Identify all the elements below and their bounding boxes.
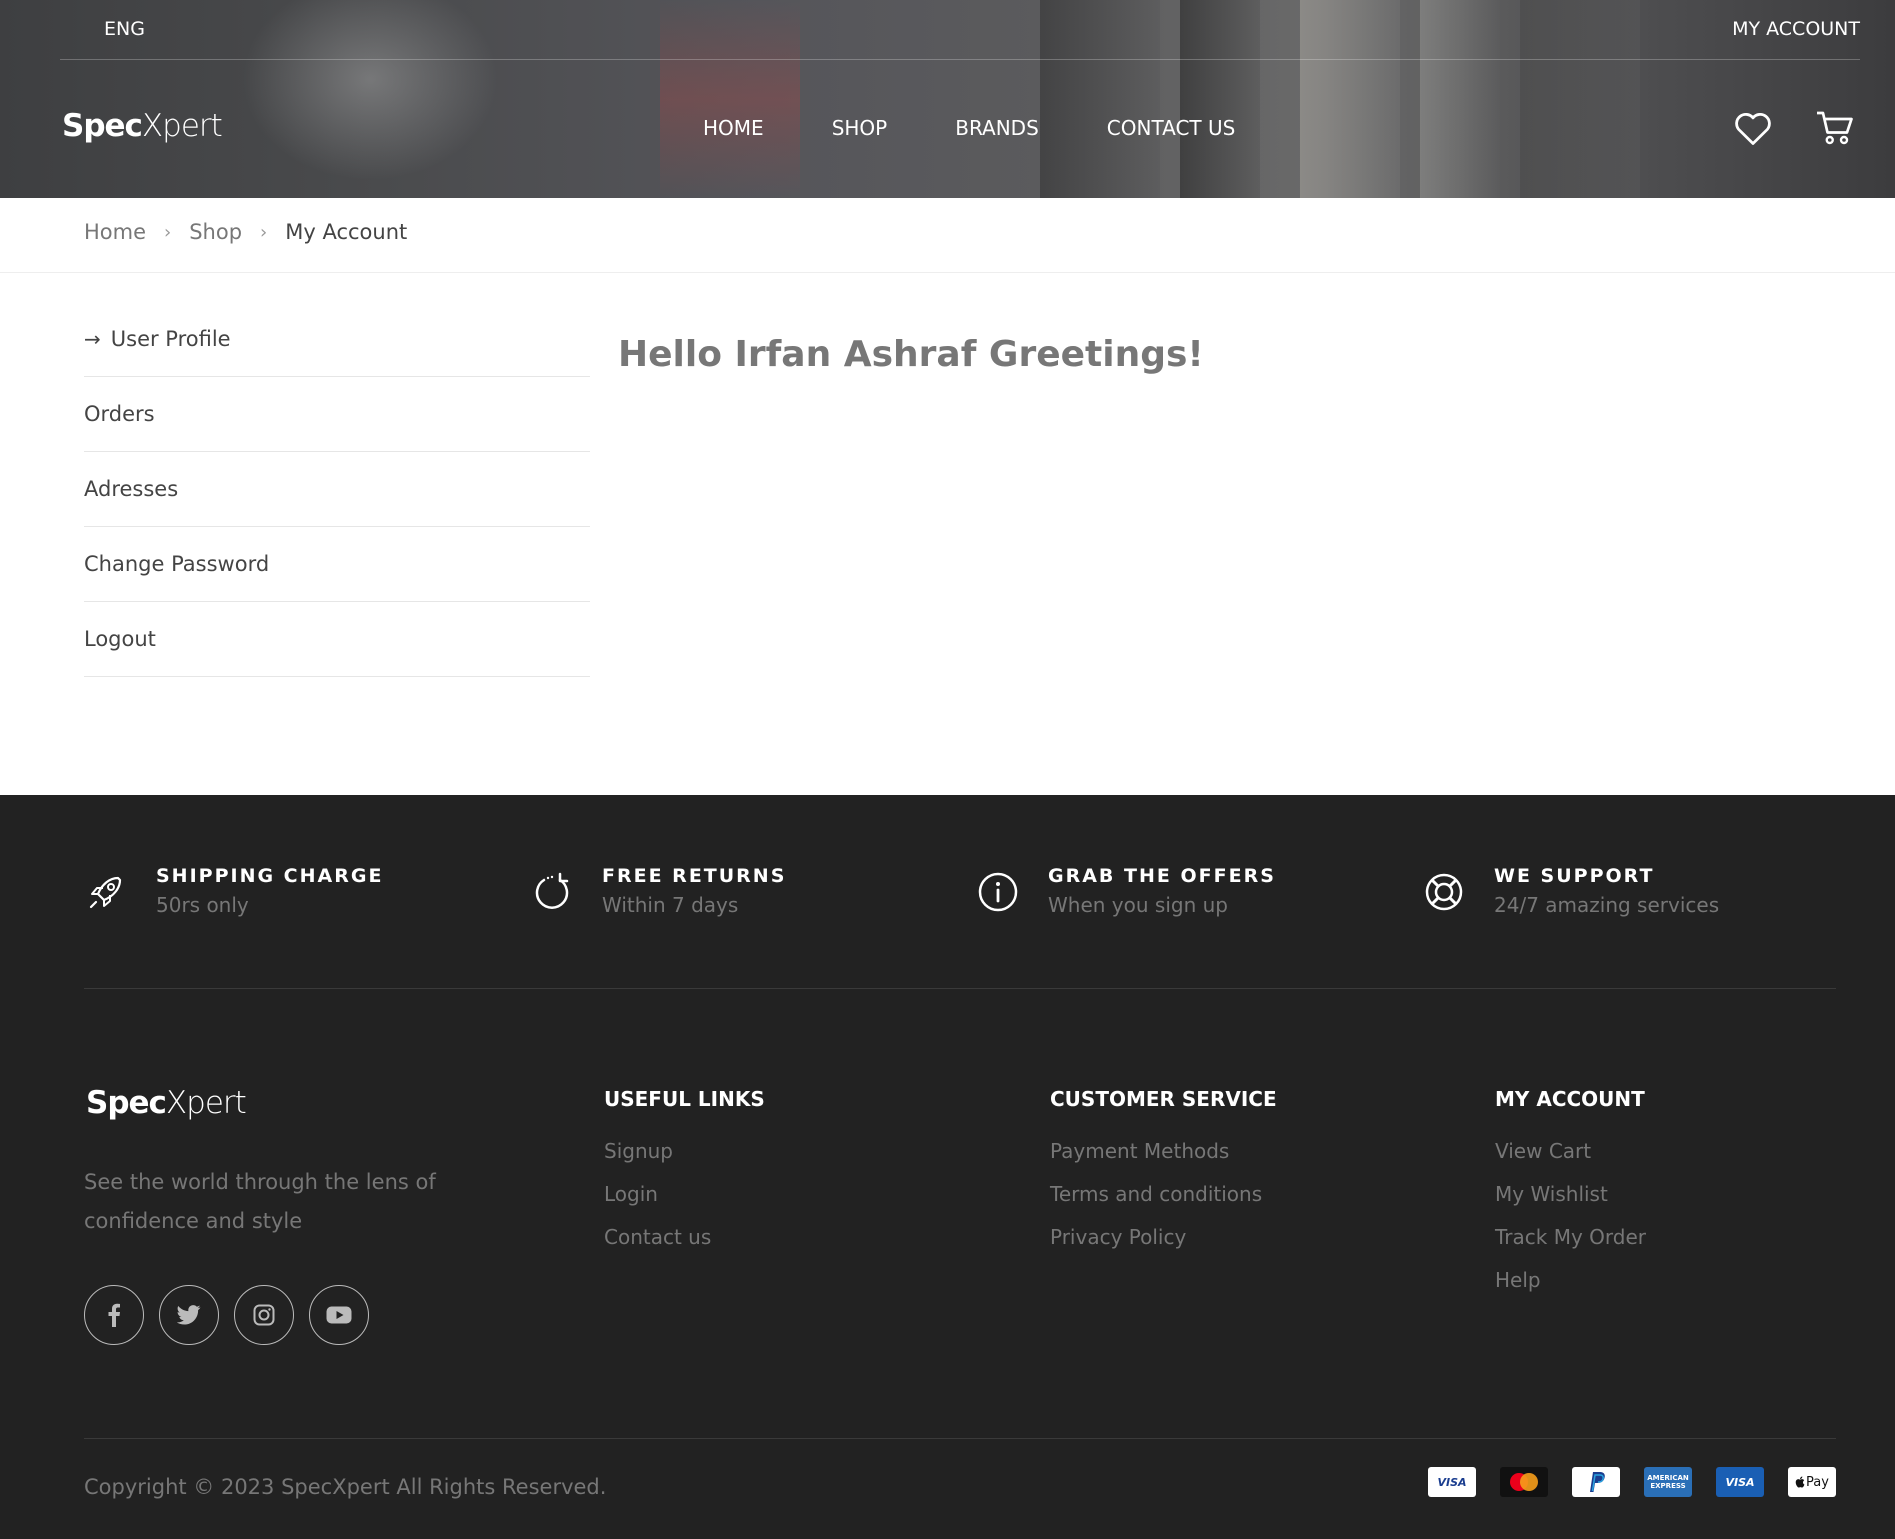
breadcrumb-current: My Account bbox=[285, 220, 408, 244]
site-footer: SHIPPING CHARGE 50rs only FREE RETURNS W… bbox=[0, 795, 1895, 1539]
visa-card-icon: VISA bbox=[1428, 1467, 1476, 1497]
nav-shop[interactable]: SHOP bbox=[832, 116, 888, 140]
footer-link-terms[interactable]: Terms and conditions bbox=[1050, 1182, 1277, 1206]
feature-title: WE SUPPORT bbox=[1494, 865, 1655, 887]
sidebar-item-logout[interactable]: Logout bbox=[84, 602, 590, 677]
nav-contact-us[interactable]: CONTACT US bbox=[1107, 116, 1236, 140]
footer-column-heading: MY ACCOUNT bbox=[1495, 1087, 1645, 1111]
heart-icon[interactable] bbox=[1733, 110, 1773, 150]
info-icon bbox=[976, 870, 1020, 914]
nav-brands[interactable]: BRANDS bbox=[955, 116, 1039, 140]
paypal-icon bbox=[1572, 1467, 1620, 1497]
arrow-right-icon: → bbox=[84, 327, 101, 351]
chevron-right-icon: › bbox=[260, 221, 268, 243]
feature-subtitle: 50rs only bbox=[156, 893, 249, 917]
breadcrumb: Home › Shop › My Account bbox=[84, 220, 407, 244]
sidebar-item-change-password[interactable]: Change Password bbox=[84, 527, 590, 602]
footer-link-login[interactable]: Login bbox=[604, 1182, 765, 1206]
feature-title: GRAB THE OFFERS bbox=[1048, 865, 1276, 887]
feature-support: WE SUPPORT 24/7 amazing services bbox=[1422, 865, 1719, 917]
visa-electron-icon: VISA bbox=[1716, 1467, 1764, 1497]
amex-card-icon: AMERICAN EXPRESS bbox=[1644, 1467, 1692, 1497]
sidebar-item-label: Change Password bbox=[84, 552, 270, 576]
my-account-link[interactable]: MY ACCOUNT bbox=[1732, 18, 1860, 40]
divider bbox=[84, 988, 1836, 989]
footer-link-track-my-order[interactable]: Track My Order bbox=[1495, 1225, 1646, 1249]
sidebar-item-label: User Profile bbox=[110, 327, 231, 351]
sidebar-item-addresses[interactable]: Adresses bbox=[84, 452, 590, 527]
feature-title: FREE RETURNS bbox=[602, 865, 787, 887]
rocket-icon bbox=[84, 870, 128, 914]
breadcrumb-shop[interactable]: Shop bbox=[189, 220, 242, 244]
sidebar-item-label: Adresses bbox=[84, 477, 179, 501]
feature-offers: GRAB THE OFFERS When you sign up bbox=[976, 865, 1276, 917]
language-selector[interactable]: ENG bbox=[104, 18, 145, 40]
divider bbox=[0, 272, 1895, 273]
breadcrumb-home[interactable]: Home bbox=[84, 220, 146, 244]
logo-text-light: Xpert bbox=[141, 108, 223, 144]
social-links bbox=[84, 1285, 369, 1345]
lifebuoy-icon bbox=[1422, 870, 1466, 914]
feature-shipping: SHIPPING CHARGE 50rs only bbox=[84, 865, 383, 917]
chevron-right-icon: › bbox=[164, 221, 172, 243]
footer-link-view-cart[interactable]: View Cart bbox=[1495, 1139, 1646, 1163]
sidebar-item-label: Logout bbox=[84, 627, 156, 651]
footer-link-payment-methods[interactable]: Payment Methods bbox=[1050, 1139, 1277, 1163]
footer-tagline: See the world through the lens of confid… bbox=[84, 1170, 436, 1233]
twitter-icon[interactable] bbox=[159, 1285, 219, 1345]
cart-icon[interactable] bbox=[1815, 110, 1855, 150]
refresh-icon bbox=[530, 870, 574, 914]
footer-link-signup[interactable]: Signup bbox=[604, 1139, 765, 1163]
main-nav: HOME SHOP BRANDS CONTACT US bbox=[703, 116, 1303, 140]
footer-column-my-account: MY ACCOUNT View Cart My Wishlist Track M… bbox=[1495, 1087, 1646, 1311]
feature-subtitle: Within 7 days bbox=[602, 893, 739, 917]
logo-text-light: Xpert bbox=[165, 1085, 247, 1121]
greeting-heading: Hello Irfan Ashraf Greetings! bbox=[618, 334, 1204, 375]
footer-link-privacy-policy[interactable]: Privacy Policy bbox=[1050, 1225, 1277, 1249]
instagram-icon[interactable] bbox=[234, 1285, 294, 1345]
mastercard-icon bbox=[1500, 1467, 1548, 1497]
youtube-icon[interactable] bbox=[309, 1285, 369, 1345]
logo-text-bold: Spec bbox=[62, 108, 143, 144]
top-bar: ENG MY ACCOUNT bbox=[60, 0, 1860, 60]
footer-link-contact-us[interactable]: Contact us bbox=[604, 1225, 765, 1249]
feature-returns: FREE RETURNS Within 7 days bbox=[530, 865, 786, 917]
copyright-text: Copyright © 2023 SpecXpert All Rights Re… bbox=[84, 1475, 607, 1499]
feature-subtitle: When you sign up bbox=[1048, 893, 1228, 917]
account-sidebar: → User Profile Orders Adresses Change Pa… bbox=[84, 302, 590, 677]
footer-logo[interactable]: SpecXpert bbox=[86, 1085, 247, 1121]
footer-column-heading: USEFUL LINKS bbox=[604, 1087, 765, 1111]
apple-pay-icon: Pay bbox=[1788, 1467, 1836, 1497]
logo-text-bold: Spec bbox=[86, 1085, 167, 1121]
footer-column-heading: CUSTOMER SERVICE bbox=[1050, 1087, 1277, 1111]
footer-link-my-wishlist[interactable]: My Wishlist bbox=[1495, 1182, 1646, 1206]
sidebar-item-user-profile[interactable]: → User Profile bbox=[84, 302, 590, 377]
site-header: ENG MY ACCOUNT SpecXpert HOME SHOP BRAND… bbox=[0, 0, 1895, 198]
feature-subtitle: 24/7 amazing services bbox=[1494, 893, 1720, 917]
footer-link-help[interactable]: Help bbox=[1495, 1268, 1646, 1292]
feature-title: SHIPPING CHARGE bbox=[156, 865, 384, 887]
facebook-icon[interactable] bbox=[84, 1285, 144, 1345]
footer-column-useful-links: USEFUL LINKS Signup Login Contact us bbox=[604, 1087, 765, 1268]
nav-home[interactable]: HOME bbox=[703, 116, 764, 140]
sidebar-item-orders[interactable]: Orders bbox=[84, 377, 590, 452]
footer-column-customer-service: CUSTOMER SERVICE Payment Methods Terms a… bbox=[1050, 1087, 1277, 1268]
divider bbox=[84, 1438, 1836, 1439]
site-logo[interactable]: SpecXpert bbox=[62, 108, 223, 144]
sidebar-item-label: Orders bbox=[84, 402, 155, 426]
